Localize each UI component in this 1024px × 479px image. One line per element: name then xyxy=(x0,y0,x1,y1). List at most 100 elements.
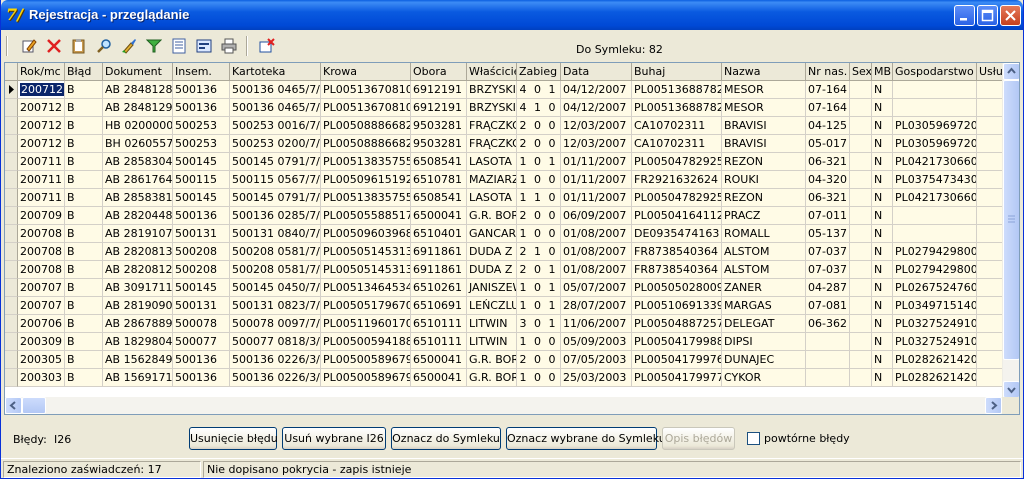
cell-mb[interactable]: N xyxy=(872,315,893,333)
cell-kart[interactable]: 500253 0200/7/ xyxy=(230,135,321,153)
cell-krowa[interactable]: PL005096039682 xyxy=(321,225,411,243)
cell-dok[interactable]: AB 2819090 xyxy=(103,297,173,315)
cell-mb[interactable]: N xyxy=(872,153,893,171)
cell-kart[interactable]: 500145 0791/7/ xyxy=(230,153,321,171)
table-row[interactable]: 200707 B AB 2819090 500131 500131 0823/7/PL0… xyxy=(5,297,1019,315)
cell-nrnas[interactable]: 07-037 xyxy=(806,243,850,261)
cell-rok[interactable]: 200708 xyxy=(18,243,65,261)
close-button[interactable] xyxy=(1000,5,1021,26)
table-row[interactable]: 200712 B AB 2848129 500136 500136 0465/7/A PL… xyxy=(5,99,1019,117)
cell-insem[interactable]: 500115 xyxy=(173,171,230,189)
cell-krowa[interactable]: PL005138357552 xyxy=(321,189,411,207)
cell-buhaj[interactable]: PL005136887822 xyxy=(632,81,722,99)
cell-gosp[interactable] xyxy=(893,99,977,117)
cell-insem[interactable]: 500253 xyxy=(173,135,230,153)
cell-zab[interactable]: 4 0 1 xyxy=(517,81,561,99)
cell-data[interactable]: 05/07/2007 xyxy=(561,279,632,297)
cell-obora[interactable]: 6911861 xyxy=(411,261,467,279)
cell-obora[interactable]: 6510111 xyxy=(411,315,467,333)
cell-mb[interactable]: N xyxy=(872,297,893,315)
column-header-obora[interactable]: Obora xyxy=(411,63,467,81)
cell-gosp[interactable]: PL037547343001 xyxy=(893,171,977,189)
cell-kart[interactable]: 500145 0450/7/ xyxy=(230,279,321,297)
cell-blad[interactable]: B xyxy=(65,99,103,117)
cell-dok[interactable]: BH 0260557 xyxy=(103,135,173,153)
row-selector[interactable] xyxy=(5,99,18,117)
cell-blad[interactable]: B xyxy=(65,153,103,171)
cell-krowa[interactable]: PL005051453133 xyxy=(321,243,411,261)
cell-gosp[interactable] xyxy=(893,207,977,225)
cell-data[interactable]: 01/08/2007 xyxy=(561,261,632,279)
cell-kart[interactable]: 500208 0581/7/ xyxy=(230,261,321,279)
cell-mb[interactable]: N xyxy=(872,225,893,243)
cell-rok[interactable]: 200305 xyxy=(18,351,65,369)
cell-sex[interactable] xyxy=(850,81,872,99)
cell-wlasc[interactable]: LASOTA xyxy=(467,153,517,171)
cell-blad[interactable]: B xyxy=(65,297,103,315)
cell-mb[interactable]: N xyxy=(872,369,893,387)
cell-dok[interactable]: AB 2861764 xyxy=(103,171,173,189)
cell-gosp[interactable]: PL027942980001 xyxy=(893,261,977,279)
cell-zab[interactable]: 2 0 0 xyxy=(517,135,561,153)
cell-nrnas[interactable]: 06-321 xyxy=(806,189,850,207)
cell-data[interactable]: 12/03/2007 xyxy=(561,135,632,153)
cell-gosp[interactable]: PL034971514001 xyxy=(893,297,977,315)
cell-obora[interactable]: 6508541 xyxy=(411,153,467,171)
cell-zab[interactable]: 2 0 0 xyxy=(517,207,561,225)
cell-blad[interactable]: B xyxy=(65,189,103,207)
column-header-rok[interactable]: Rok/mc xyxy=(18,63,65,81)
scroll-right-button[interactable] xyxy=(985,397,1002,414)
cell-wlasc[interactable]: MAZIARZ xyxy=(467,171,517,189)
cell-data[interactable]: 04/12/2007 xyxy=(561,99,632,117)
cell-kart[interactable]: 500136 0285/7/A xyxy=(230,207,321,225)
row-selector[interactable] xyxy=(5,171,18,189)
scroll-thumb[interactable] xyxy=(1003,80,1019,360)
cell-wlasc[interactable]: LEŃCZLUK xyxy=(467,297,517,315)
brush-button[interactable] xyxy=(118,35,140,57)
cell-mb[interactable]: N xyxy=(872,117,893,135)
cell-krowa[interactable]: PL005051796704 xyxy=(321,297,411,315)
cell-kart[interactable]: 500136 0226/3/ xyxy=(230,351,321,369)
cell-nazwa[interactable]: BRAVISI xyxy=(722,135,806,153)
cell-nazwa[interactable]: ZANER xyxy=(722,279,806,297)
column-header-sex[interactable]: Sex xyxy=(850,63,872,81)
cell-insem[interactable]: 500131 xyxy=(173,225,230,243)
cell-mb[interactable]: N xyxy=(872,189,893,207)
cell-mb[interactable]: N xyxy=(872,243,893,261)
cell-rok[interactable]: 200712 xyxy=(18,135,65,153)
mark-selected-symlek-button[interactable]: Oznacz wybrane do Symleku xyxy=(506,427,666,450)
cell-krowa[interactable]: PL005005896795 xyxy=(321,369,411,387)
cell-nazwa[interactable]: MESOR xyxy=(722,81,806,99)
cell-gosp[interactable]: PL030596972001 xyxy=(893,135,977,153)
exit-button[interactable] xyxy=(256,35,278,57)
cell-obora[interactable]: 6912191 xyxy=(411,81,467,99)
cell-dok[interactable]: AB 2848129 xyxy=(103,99,173,117)
find-button[interactable] xyxy=(93,35,115,57)
cell-dok[interactable]: AB 2820813 xyxy=(103,243,173,261)
cell-nazwa[interactable]: DIPSI xyxy=(722,333,806,351)
cell-kart[interactable]: 500131 0823/7/ xyxy=(230,297,321,315)
cell-wlasc[interactable]: BRZYSKI xyxy=(467,81,517,99)
cell-gosp[interactable]: PL032752491001 xyxy=(893,315,977,333)
cell-sex[interactable] xyxy=(850,369,872,387)
cell-dok[interactable]: AB 1829804 xyxy=(103,333,173,351)
cell-zab[interactable]: 1 0 1 xyxy=(517,153,561,171)
cell-zab[interactable]: 1 0 0 xyxy=(517,369,561,387)
cell-rok[interactable]: 200709 xyxy=(18,207,65,225)
row-selector[interactable] xyxy=(5,153,18,171)
cell-sex[interactable] xyxy=(850,99,872,117)
cell-rok[interactable]: 200712 xyxy=(18,99,65,117)
column-header-insem[interactable]: Insem. xyxy=(173,63,230,81)
maximize-button[interactable] xyxy=(977,5,998,26)
row-selector[interactable] xyxy=(5,333,18,351)
cell-mb[interactable]: N xyxy=(872,207,893,225)
cell-rok[interactable]: 200309 xyxy=(18,333,65,351)
cell-buhaj[interactable]: FR2921632624 xyxy=(632,171,722,189)
cell-wlasc[interactable]: LITWIN xyxy=(467,315,517,333)
table-row[interactable]: 200712 B HB 0200000 500253 500253 0016/7/PL0… xyxy=(5,117,1019,135)
cell-kart[interactable]: 500136 0465/7/A xyxy=(230,99,321,117)
cell-kart[interactable]: 500136 0226/3/ xyxy=(230,369,321,387)
cell-obora[interactable]: 6500041 xyxy=(411,369,467,387)
cell-sex[interactable] xyxy=(850,315,872,333)
cell-krowa[interactable]: PL005051453133 xyxy=(321,261,411,279)
